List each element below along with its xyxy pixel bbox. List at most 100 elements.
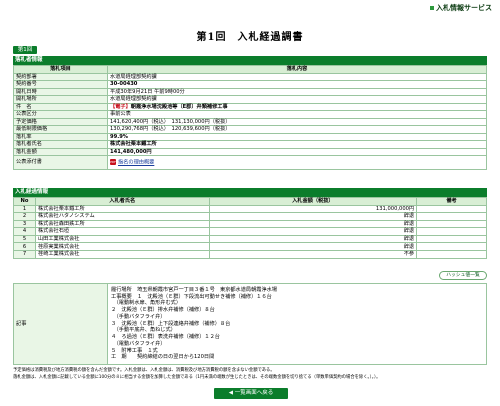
row-label: 件 名 (13, 102, 108, 111)
table-row: 公表区分 事前公表 (13, 110, 487, 119)
bid-no: 6 (13, 242, 36, 252)
row-value: 【電子】朝霞浄水場沈殿池等（E郡）弁類補修工事 (107, 102, 487, 111)
row-value: 141,480,000円 (107, 147, 487, 156)
col-name-header: 入札者氏名 (34, 197, 210, 206)
row-value: 水道局経理部契約課 (107, 95, 487, 104)
table-row: 落札率 99.9% (13, 132, 487, 141)
bid-no: 5 (13, 234, 36, 244)
row-value: PDF 指名の理由概要 (107, 155, 487, 170)
table-row: 開札日時 平成30年9月21日 午前9時00分 (13, 87, 487, 96)
bid-amount: 辞退 (208, 212, 418, 221)
bid-no: 2 (13, 212, 36, 221)
row-label: 公表区分 (13, 110, 108, 119)
col-item-header: 落札項目 (13, 65, 108, 74)
page-title: 第1回 入札経過調書 (196, 32, 304, 43)
bid-note (416, 219, 487, 229)
section-bidder-info: 落札者情報 (13, 56, 487, 65)
table-header-row: 落札項目 落札内容 (13, 65, 487, 74)
row-value: 水道局経理部契約課 (107, 72, 487, 81)
table-row: 1 株式会社栗本鐵工所 131,000,000円 (13, 204, 487, 214)
table-row: 3 株式会社森田鉄工所 辞退 (13, 219, 487, 229)
bidder-name: 荏原実業株式会社 (34, 242, 210, 252)
table-header-row: No 入札者氏名 入札金額（税抜） 備考 (13, 197, 487, 206)
service-label: 入札情報サービス (430, 3, 492, 13)
bidder-name: 株式会社栗本鐵工所 (34, 204, 210, 214)
row-label: 落札者氏名 (13, 140, 108, 149)
col-no-header: No (13, 197, 36, 206)
row-label: 開札日時 (13, 87, 108, 96)
row-label: 落札金額 (13, 147, 108, 156)
table-row: 契約番号 30-00430 (13, 80, 487, 89)
table-row: 落札者氏名 株式会社栗本鐵工所 (13, 140, 487, 149)
row-label: 予定価格 (13, 117, 108, 126)
pdf-icon: PDF (110, 159, 116, 165)
remarks-table: 記事 履行場所 埼玉県朝霞市宮戸一丁目３番１号 東京都水道局朝霞浄水場 工事概要… (13, 283, 487, 365)
row-value: 30-00430 (107, 80, 487, 89)
table-row: 開札場所 水道局経理部契約課 (13, 95, 487, 104)
hash-list-button[interactable]: ハッシュ値一覧 (439, 271, 487, 280)
bid-note (416, 212, 487, 221)
footnote: 落札金額は、入札金額に記載している金額に100分の８に相当する金額を加算した金額… (13, 375, 381, 380)
bid-no: 1 (13, 204, 36, 214)
row-label: 開札場所 (13, 95, 108, 104)
row-value: 141,620,400円（税込） 131,130,000円（税抜） (107, 117, 487, 126)
table-row: 落札金額 141,480,000円 (13, 147, 487, 156)
table-row: 契約部署 水道局経理部契約課 (13, 72, 487, 81)
bid-note (416, 227, 487, 236)
round-tab[interactable]: 第1回 (13, 46, 37, 54)
table-row: 4 株式会社石垣 辞退 (13, 227, 487, 236)
col-note-header: 備考 (416, 197, 487, 206)
section-bid-history: 入札経過情報 (13, 188, 487, 197)
bid-note (416, 204, 487, 214)
back-to-list-button[interactable]: ◀ 一覧画面へ戻る (214, 388, 288, 399)
table-row: 2 株式会社ハタノシステム 辞退 (13, 212, 487, 221)
remarks-text: 履行場所 埼玉県朝霞市宮戸一丁目３番１号 東京都水道局朝霞浄水場 工事概要 １ … (107, 283, 487, 365)
table-row: 7 荏崎工業株式会社 不参 (13, 250, 487, 259)
back-button-label: 一覧画面へ戻る (234, 390, 274, 396)
bidder-name: 株式会社ハタノシステム (34, 212, 210, 221)
row-value: 株式会社栗本鐵工所 (107, 140, 487, 149)
bid-note (416, 234, 487, 244)
bidder-name: 株式会社森田鉄工所 (34, 219, 210, 229)
remarks-label: 記事 (13, 283, 108, 365)
bid-amount: 辞退 (208, 242, 418, 252)
table-row: 件 名【電子】朝霞浄水場沈殿池等（E郡）弁類補修工事 (13, 102, 487, 111)
row-value: 事前公表 (107, 110, 487, 119)
attachment-link[interactable]: 指名の理由概要 (118, 160, 154, 166)
bid-note (416, 242, 487, 252)
col-content-header: 落札内容 (107, 65, 487, 74)
table-row: 記事 履行場所 埼玉県朝霞市宮戸一丁目３番１号 東京都水道局朝霞浄水場 工事概要… (13, 283, 487, 365)
row-label: 契約部署 (13, 72, 108, 81)
table-row: 公表添付書 PDF 指名の理由概要 (13, 155, 487, 170)
bid-amount: 不参 (208, 250, 418, 259)
bid-amount: 辞退 (208, 227, 418, 236)
bid-no: 3 (13, 219, 36, 229)
project-name: 朝霞浄水場沈殿池等（E郡）弁類補修工事 (130, 103, 228, 110)
bid-note (416, 250, 487, 259)
row-value: 99.9% (107, 132, 487, 141)
row-value: 130,290,768円（税込） 120,639,600円（税抜） (107, 125, 487, 134)
table-row: 最低制限価格 130,290,768円（税込） 120,639,600円（税抜） (13, 125, 487, 134)
bidder-name: 株式会社石垣 (34, 227, 210, 236)
col-amount-header: 入札金額（税抜） (208, 197, 418, 206)
row-value: 平成30年9月21日 午前9時00分 (107, 87, 487, 96)
row-label: 最低制限価格 (13, 125, 108, 134)
bid-amount: 131,000,000円 (208, 204, 418, 214)
bidder-info-table: 落札項目 落札内容 契約部署 水道局経理部契約課 契約番号 30-00430 開札日… (13, 65, 487, 170)
electronic-tag: 【電子】 (110, 103, 131, 110)
footnote: 予定価格は消費税及び地方消費税の額を含んだ金額です。入札金額は、入札金額は、消費… (13, 368, 275, 373)
row-label: 落札率 (13, 132, 108, 141)
row-label: 契約番号 (13, 80, 108, 89)
bid-no: 4 (13, 227, 36, 236)
table-row: 5 山田工業株式会社 辞退 (13, 234, 487, 244)
table-row: 6 荏原実業株式会社 辞退 (13, 242, 487, 252)
bidder-name: 山田工業株式会社 (34, 234, 210, 244)
bidder-name: 荏崎工業株式会社 (34, 250, 210, 259)
bid-history-table: No 入札者氏名 入札金額（税抜） 備考 1 株式会社栗本鐵工所 131,000,0… (13, 197, 487, 259)
bid-no: 7 (13, 250, 36, 259)
row-label: 公表添付書 (13, 155, 108, 170)
page: 入札情報サービス 第1回 入札経過調書 第1回 落札者情報 落札項目 落札内容 … (0, 0, 500, 406)
bid-amount: 辞退 (208, 234, 418, 244)
table-row: 予定価格 141,620,400円（税込） 131,130,000円（税抜） (13, 117, 487, 126)
bid-amount: 辞退 (208, 219, 418, 229)
